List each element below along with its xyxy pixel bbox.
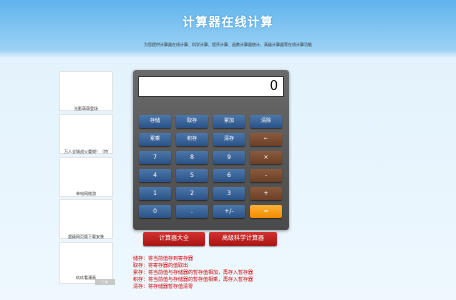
note-line: 取存：将寄存器的值取出	[133, 263, 189, 269]
digit-8-button[interactable]: 8	[176, 151, 208, 164]
all-calculators-link[interactable]: 计算器大全	[143, 232, 205, 246]
digit-5-button[interactable]: 5	[176, 169, 208, 182]
digit-3-button[interactable]: 3	[213, 187, 245, 200]
help-notes: 储存：将当前值存到寄存器 取存：将寄存器的值取出 累存：将当前值与存储器的暂存值…	[133, 256, 253, 291]
memory-store-button[interactable]: 存储	[139, 115, 171, 128]
memory-multiply-button[interactable]: 累乘	[139, 133, 171, 146]
equals-button[interactable]: =	[250, 205, 282, 218]
note-line: 积存：将当前值与存储器的暂存值相乘，再存入暂存器	[133, 277, 254, 283]
memory-recall-button[interactable]: 取存	[176, 115, 208, 128]
ad-banner[interactable]	[59, 71, 113, 111]
multiply-button[interactable]: ×	[250, 151, 282, 164]
add-button[interactable]: +	[250, 187, 282, 200]
note-line: 储存：将当前值存到寄存器	[133, 256, 194, 262]
ad-caption[interactable]: 万人全城战火重燃！（特	[59, 149, 113, 155]
page-subtitle: 为您提供计算器在线计算、科学计算、程序计算、函数计算器统计、高级计算器等在线计算…	[144, 42, 312, 47]
digit-4-button[interactable]: 4	[139, 169, 171, 182]
digit-7-button[interactable]: 7	[139, 151, 171, 164]
backspace-button[interactable]: ←	[250, 133, 282, 146]
calculator-display: 0	[138, 76, 284, 97]
ad-banner[interactable]	[59, 114, 113, 154]
ad-caption[interactable]: 超级网页版下载安装	[59, 234, 113, 240]
page-title: 计算器在线计算	[182, 15, 274, 29]
digit-2-button[interactable]: 2	[176, 187, 208, 200]
ad-banner[interactable]	[59, 199, 113, 239]
sign-toggle-button[interactable]: +/-	[213, 205, 245, 218]
subtract-button[interactable]: -	[250, 169, 282, 182]
note-line: 清存：将存储器暂存值清零	[133, 284, 194, 290]
memory-clear-button[interactable]: 清存	[213, 133, 245, 146]
ad-caption[interactable]: 单电网络游	[59, 191, 113, 197]
decimal-button[interactable]: .	[176, 205, 208, 218]
ad-label: 广告	[95, 279, 115, 285]
scientific-calculator-link[interactable]: 高级科学计算器	[209, 232, 277, 246]
digit-0-button[interactable]: 0	[139, 205, 171, 218]
calculator-panel: 0 存储 取存 累加 清除 累乘 积存 清存 ← 7 8 9 × 4 5 6 -…	[133, 70, 289, 230]
ad-caption[interactable]: 光影萌萌登场	[59, 106, 113, 112]
memory-product-button[interactable]: 积存	[176, 133, 208, 146]
digit-6-button[interactable]: 6	[213, 169, 245, 182]
note-line: 累存：将当前值与存储器的暂存值相加，再存入暂存器	[133, 270, 254, 276]
digit-1-button[interactable]: 1	[139, 187, 171, 200]
digit-9-button[interactable]: 9	[213, 151, 245, 164]
clear-button[interactable]: 清除	[250, 115, 282, 128]
memory-add-button[interactable]: 累加	[213, 115, 245, 128]
